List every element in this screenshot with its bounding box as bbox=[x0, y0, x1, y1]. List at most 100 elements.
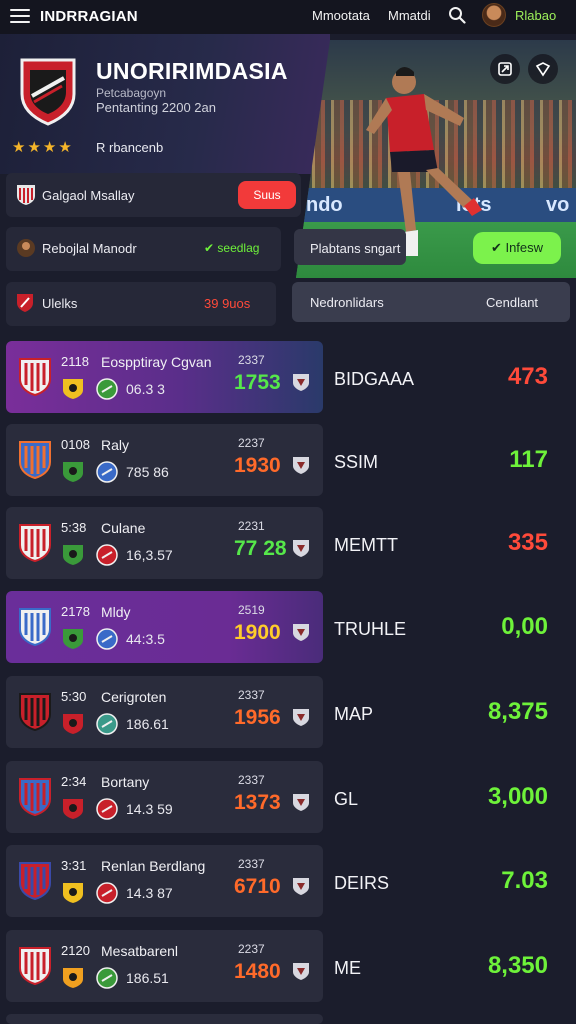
match-score: 1373 bbox=[234, 791, 281, 814]
search-icon[interactable] bbox=[448, 6, 466, 24]
market-code: SSIM bbox=[334, 452, 379, 472]
team-crest-icon bbox=[19, 947, 51, 986]
match-time: 2120 bbox=[61, 943, 90, 958]
rating-stars: ★★★★ bbox=[12, 139, 74, 156]
row-2-action-button[interactable]: ✔ Infesw bbox=[473, 232, 561, 264]
club-crest-icon bbox=[17, 185, 35, 205]
match-time: 2178 bbox=[61, 604, 90, 619]
row-1-label: Galgaol Msallay bbox=[42, 188, 135, 203]
team-crest-icon bbox=[19, 524, 51, 563]
club-badge-icon bbox=[63, 629, 83, 649]
player-avatar-icon bbox=[17, 239, 35, 257]
club-badge-icon bbox=[63, 379, 83, 399]
club-badge-icon bbox=[96, 798, 118, 820]
match-odds: 186.61 bbox=[126, 716, 169, 732]
club-badge-icon bbox=[63, 883, 83, 903]
team-detail: Pentanting 2200 2an bbox=[96, 100, 216, 115]
match-count: 2231 bbox=[238, 519, 265, 533]
match-card[interactable]: 2178 Mldy 44:3.5 2519 1900 bbox=[6, 591, 323, 663]
pennant-icon bbox=[293, 540, 309, 557]
market-code: TRUHLE bbox=[334, 619, 407, 639]
market-value[interactable]: 0,00 bbox=[501, 613, 548, 641]
market-code: DEIRS bbox=[334, 873, 390, 893]
match-score: 1956 bbox=[234, 706, 281, 729]
club-badge-icon bbox=[63, 462, 83, 482]
club-badge-icon bbox=[96, 882, 118, 904]
market-code: ME bbox=[334, 958, 361, 978]
club-badge-icon bbox=[96, 378, 118, 400]
market-code: MAP bbox=[334, 704, 374, 724]
share-icon[interactable] bbox=[490, 54, 520, 84]
match-time: 0108 bbox=[61, 437, 90, 452]
pennant-icon bbox=[293, 878, 309, 895]
club-badge-icon bbox=[63, 799, 83, 819]
club-badge-icon bbox=[63, 545, 83, 565]
match-count: 2237 bbox=[238, 942, 265, 956]
row-3-label: Ulelks bbox=[42, 296, 78, 311]
team-crest-icon bbox=[20, 58, 76, 126]
nav-link-1[interactable]: Mmootata bbox=[312, 8, 370, 23]
row-3-right-status: Cendlant bbox=[486, 295, 539, 310]
match-name: Eospptiray Cgvan bbox=[101, 354, 212, 370]
pennant-icon bbox=[293, 794, 309, 811]
menu-icon[interactable] bbox=[10, 9, 30, 23]
match-card[interactable]: 0108 Raly 785 86 2237 1930 bbox=[6, 424, 323, 496]
match-time: 2:34 bbox=[61, 774, 87, 789]
favorite-icon[interactable] bbox=[528, 54, 558, 84]
team-crest-icon bbox=[19, 608, 51, 647]
match-card[interactable]: 2:34 Bortany 14.3 59 2337 1373 bbox=[6, 761, 323, 833]
nav-link-2[interactable]: Mmatdi bbox=[388, 8, 431, 23]
market-value[interactable]: 473 bbox=[508, 363, 548, 391]
team-crest-icon bbox=[19, 441, 51, 480]
row-1-button[interactable]: Suus bbox=[238, 181, 296, 209]
match-count: 2337 bbox=[238, 353, 265, 367]
pennant-icon bbox=[293, 963, 309, 980]
match-odds: 44:3.5 bbox=[126, 631, 165, 647]
app-brand[interactable]: INDRRAGIAN bbox=[40, 8, 138, 25]
team-crest-icon bbox=[19, 862, 51, 901]
row-3-right-label: Nedronlidars bbox=[310, 295, 384, 310]
market-code: MEMTT bbox=[334, 535, 398, 555]
club-badge-icon bbox=[63, 714, 83, 734]
rating-label: R rbancenb bbox=[96, 140, 164, 155]
team-crest-icon bbox=[19, 358, 51, 397]
row-2-status: ✔ seedlag bbox=[204, 241, 260, 255]
match-card[interactable] bbox=[6, 1014, 323, 1024]
market-value[interactable]: 8,375 bbox=[488, 698, 548, 726]
team-name: UNORIRIMDASIA bbox=[96, 58, 288, 84]
club-badge-icon bbox=[96, 544, 118, 566]
ad-text: ndo bbox=[306, 194, 343, 216]
market-value[interactable]: 8,350 bbox=[488, 952, 548, 980]
match-name: Bortany bbox=[101, 774, 150, 790]
match-card[interactable]: 5:30 Cerigroten 186.61 2337 1956 bbox=[6, 676, 323, 748]
team-crest-icon bbox=[19, 693, 51, 732]
match-card[interactable]: 2120 Mesatbarenl 186.51 2237 1480 bbox=[6, 930, 323, 1002]
club-badge-icon bbox=[63, 968, 83, 988]
match-score: 1753 bbox=[234, 371, 281, 394]
market-value[interactable]: 3,000 bbox=[488, 783, 548, 811]
match-card[interactable]: 3:31 Renlan Berdlang 14.3 87 2337 6710 bbox=[6, 845, 323, 917]
pennant-icon bbox=[293, 457, 309, 474]
match-time: 5:38 bbox=[61, 520, 87, 535]
avatar[interactable] bbox=[482, 3, 506, 27]
match-count: 2519 bbox=[238, 603, 265, 617]
match-name: Mldy bbox=[101, 604, 131, 620]
club-badge-icon bbox=[96, 967, 118, 989]
match-score: 6710 bbox=[234, 875, 281, 898]
match-score: 77 28 bbox=[234, 537, 287, 560]
market-value[interactable]: 7.03 bbox=[501, 867, 548, 895]
match-card[interactable]: 2118 Eospptiray Cgvan 06.3 3 2337 1753 bbox=[6, 341, 323, 413]
club-badge-icon bbox=[96, 461, 118, 483]
match-odds: 16,3.57 bbox=[126, 547, 173, 563]
username[interactable]: Rlabao bbox=[515, 8, 556, 23]
match-name: Mesatbarenl bbox=[101, 943, 179, 959]
match-card[interactable]: 5:38 Culane 16,3.57 2231 77 28 bbox=[6, 507, 323, 579]
market-value[interactable]: 335 bbox=[508, 529, 548, 557]
match-count: 2237 bbox=[238, 436, 265, 450]
market-value[interactable]: 117 bbox=[509, 446, 548, 474]
match-odds: 186.51 bbox=[126, 970, 169, 986]
match-score: 1930 bbox=[234, 454, 281, 477]
pennant-icon bbox=[293, 709, 309, 726]
row-2-right-label: Plabtans sngart bbox=[310, 241, 401, 256]
row-3-status: 39 9uos bbox=[204, 296, 251, 311]
